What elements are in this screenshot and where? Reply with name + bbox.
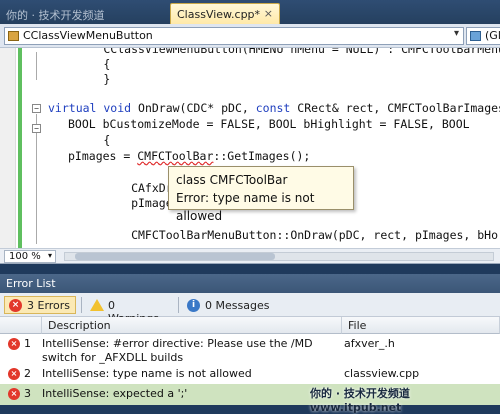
- tab-inactive[interactable]: 你的 · 技术开发频道 www.itpub.net: [0, 3, 170, 36]
- separator: [81, 297, 82, 313]
- code-line: }: [48, 72, 111, 86]
- column-header-icon[interactable]: [0, 317, 42, 334]
- separator: [178, 297, 179, 313]
- zoom-dropdown[interactable]: 100 % ▾: [4, 250, 56, 263]
- code-line: {: [48, 133, 111, 147]
- error-number: 1: [24, 337, 31, 350]
- error-file: classview.cpp: [344, 367, 420, 380]
- error-list-title: Error List: [0, 274, 500, 293]
- error-icon: ×: [8, 388, 20, 400]
- error-icon: ×: [8, 368, 20, 380]
- table-row[interactable]: × 1 IntelliSense: #error directive: Plea…: [0, 334, 500, 364]
- error-number: 3: [24, 387, 31, 400]
- document-tab-bar: 你的 · 技术开发频道 www.itpub.net ClassView.cpp*…: [0, 0, 500, 36]
- fold-guide: [36, 114, 37, 244]
- errors-filter-label: 3 Errors: [27, 299, 71, 312]
- class-dropdown-value: CClassViewMenuButton: [23, 29, 153, 42]
- watermark: 你的 · 技术开发频道 www.itpub.net: [310, 387, 410, 414]
- code-line: {: [48, 57, 111, 71]
- error-description: IntelliSense: #error directive: Please u…: [42, 337, 313, 364]
- messages-filter-label: 0 Messages: [205, 299, 270, 312]
- error-icon: ×: [8, 338, 20, 350]
- code-editor[interactable]: − − CClassViewMenuButton(HMENU hMenu = N…: [0, 48, 500, 248]
- tooltip-title: class CMFCToolBar: [176, 173, 288, 187]
- code-line-getimages: pImages = CMFCToolBar::GetImages();: [68, 149, 311, 163]
- fold-guide: [36, 52, 37, 80]
- column-header-description[interactable]: Description: [42, 317, 342, 334]
- class-icon: [8, 31, 19, 41]
- horizontal-scrollbar[interactable]: [64, 252, 494, 261]
- close-icon[interactable]: ×: [264, 7, 273, 20]
- tooltip-error: Error: type name is not allowed: [176, 191, 315, 223]
- navigation-bar: CClassViewMenuButton ▾ (Glob: [0, 24, 500, 48]
- global-icon: [470, 31, 481, 41]
- code-line-ondraw: virtual void OnDraw(CDC* pDC, const CRec…: [48, 101, 500, 115]
- zoom-value: 100 %: [9, 251, 41, 262]
- warning-icon: [90, 299, 104, 311]
- member-dropdown-value: (Glob: [485, 29, 500, 42]
- warnings-filter-button[interactable]: 0 Warnings: [85, 296, 173, 325]
- scrollbar-thumb[interactable]: [75, 253, 275, 260]
- error-number: 2: [24, 367, 31, 380]
- error-description: IntelliSense: type name is not allowed: [42, 367, 252, 380]
- error-description: IntelliSense: expected a ';': [42, 387, 188, 400]
- editor-gutter: [0, 48, 16, 248]
- editor-status-strip: 100 % ▾: [0, 248, 500, 264]
- table-row[interactable]: × 2 IntelliSense: type name is not allow…: [0, 364, 500, 384]
- class-dropdown[interactable]: CClassViewMenuButton ▾: [4, 27, 464, 45]
- tab-classview-cpp[interactable]: ClassView.cpp* ×: [170, 3, 280, 24]
- collapse-icon[interactable]: −: [32, 104, 41, 113]
- intellisense-tooltip: class CMFCToolBar Error: type name is no…: [168, 166, 354, 223]
- column-header-file[interactable]: File: [342, 317, 500, 334]
- messages-filter-button[interactable]: i 0 Messages: [182, 296, 278, 314]
- errors-filter-button[interactable]: × 3 Errors: [4, 296, 76, 314]
- code-line: BOOL bCustomizeMode = FALSE, BOOL bHighl…: [68, 117, 470, 131]
- info-icon: i: [187, 299, 200, 312]
- code-line: CMFCToolBarMenuButton::OnDraw(pDC, rect,…: [48, 228, 500, 242]
- chevron-down-icon: ▾: [47, 251, 52, 260]
- error-icon: ×: [9, 299, 22, 312]
- error-filter-bar: × 3 Errors 0 Warnings i 0 Messages: [0, 293, 500, 325]
- chevron-down-icon: ▾: [453, 28, 459, 39]
- tab-label: ClassView.cpp*: [177, 8, 261, 21]
- collapse-icon[interactable]: −: [32, 124, 41, 133]
- member-dropdown[interactable]: (Glob: [466, 27, 500, 45]
- change-tracking-bar: [18, 48, 22, 248]
- code-line: CClassViewMenuButton(HMENU hMenu = NULL)…: [103, 48, 500, 56]
- error-file: afxver_.h: [344, 337, 395, 350]
